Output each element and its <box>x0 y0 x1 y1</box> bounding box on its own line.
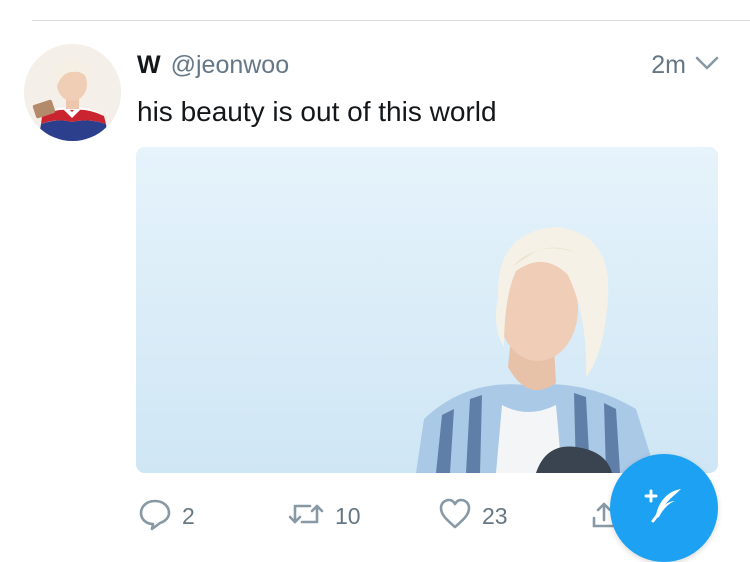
tweet-meta: 2m <box>651 48 720 82</box>
like-count: 23 <box>482 502 508 529</box>
tweet-header: W @jeonwoo <box>137 48 289 82</box>
user-handle[interactable]: @jeonwoo <box>171 51 290 80</box>
retweet-count: 10 <box>335 502 361 529</box>
timestamp: 2m <box>651 50 686 79</box>
retweet-action[interactable]: 10 <box>286 498 361 534</box>
heart-icon[interactable] <box>437 496 473 537</box>
top-divider <box>32 20 750 21</box>
chevron-down-icon[interactable] <box>694 53 720 78</box>
compose-tweet-button[interactable] <box>610 454 718 562</box>
reply-icon[interactable] <box>137 496 173 537</box>
tweet-media-image[interactable] <box>136 147 718 473</box>
reply-count: 2 <box>182 502 195 529</box>
tweet-actions: 2 10 23 <box>137 498 617 534</box>
tweet-text: his beauty is out of this world <box>137 96 497 127</box>
avatar[interactable] <box>24 44 121 141</box>
display-name[interactable]: W <box>137 51 161 80</box>
like-action[interactable]: 23 <box>437 498 508 534</box>
retweet-icon[interactable] <box>286 496 326 537</box>
reply-action[interactable]: 2 <box>137 498 195 534</box>
compose-tweet-icon <box>641 483 687 534</box>
